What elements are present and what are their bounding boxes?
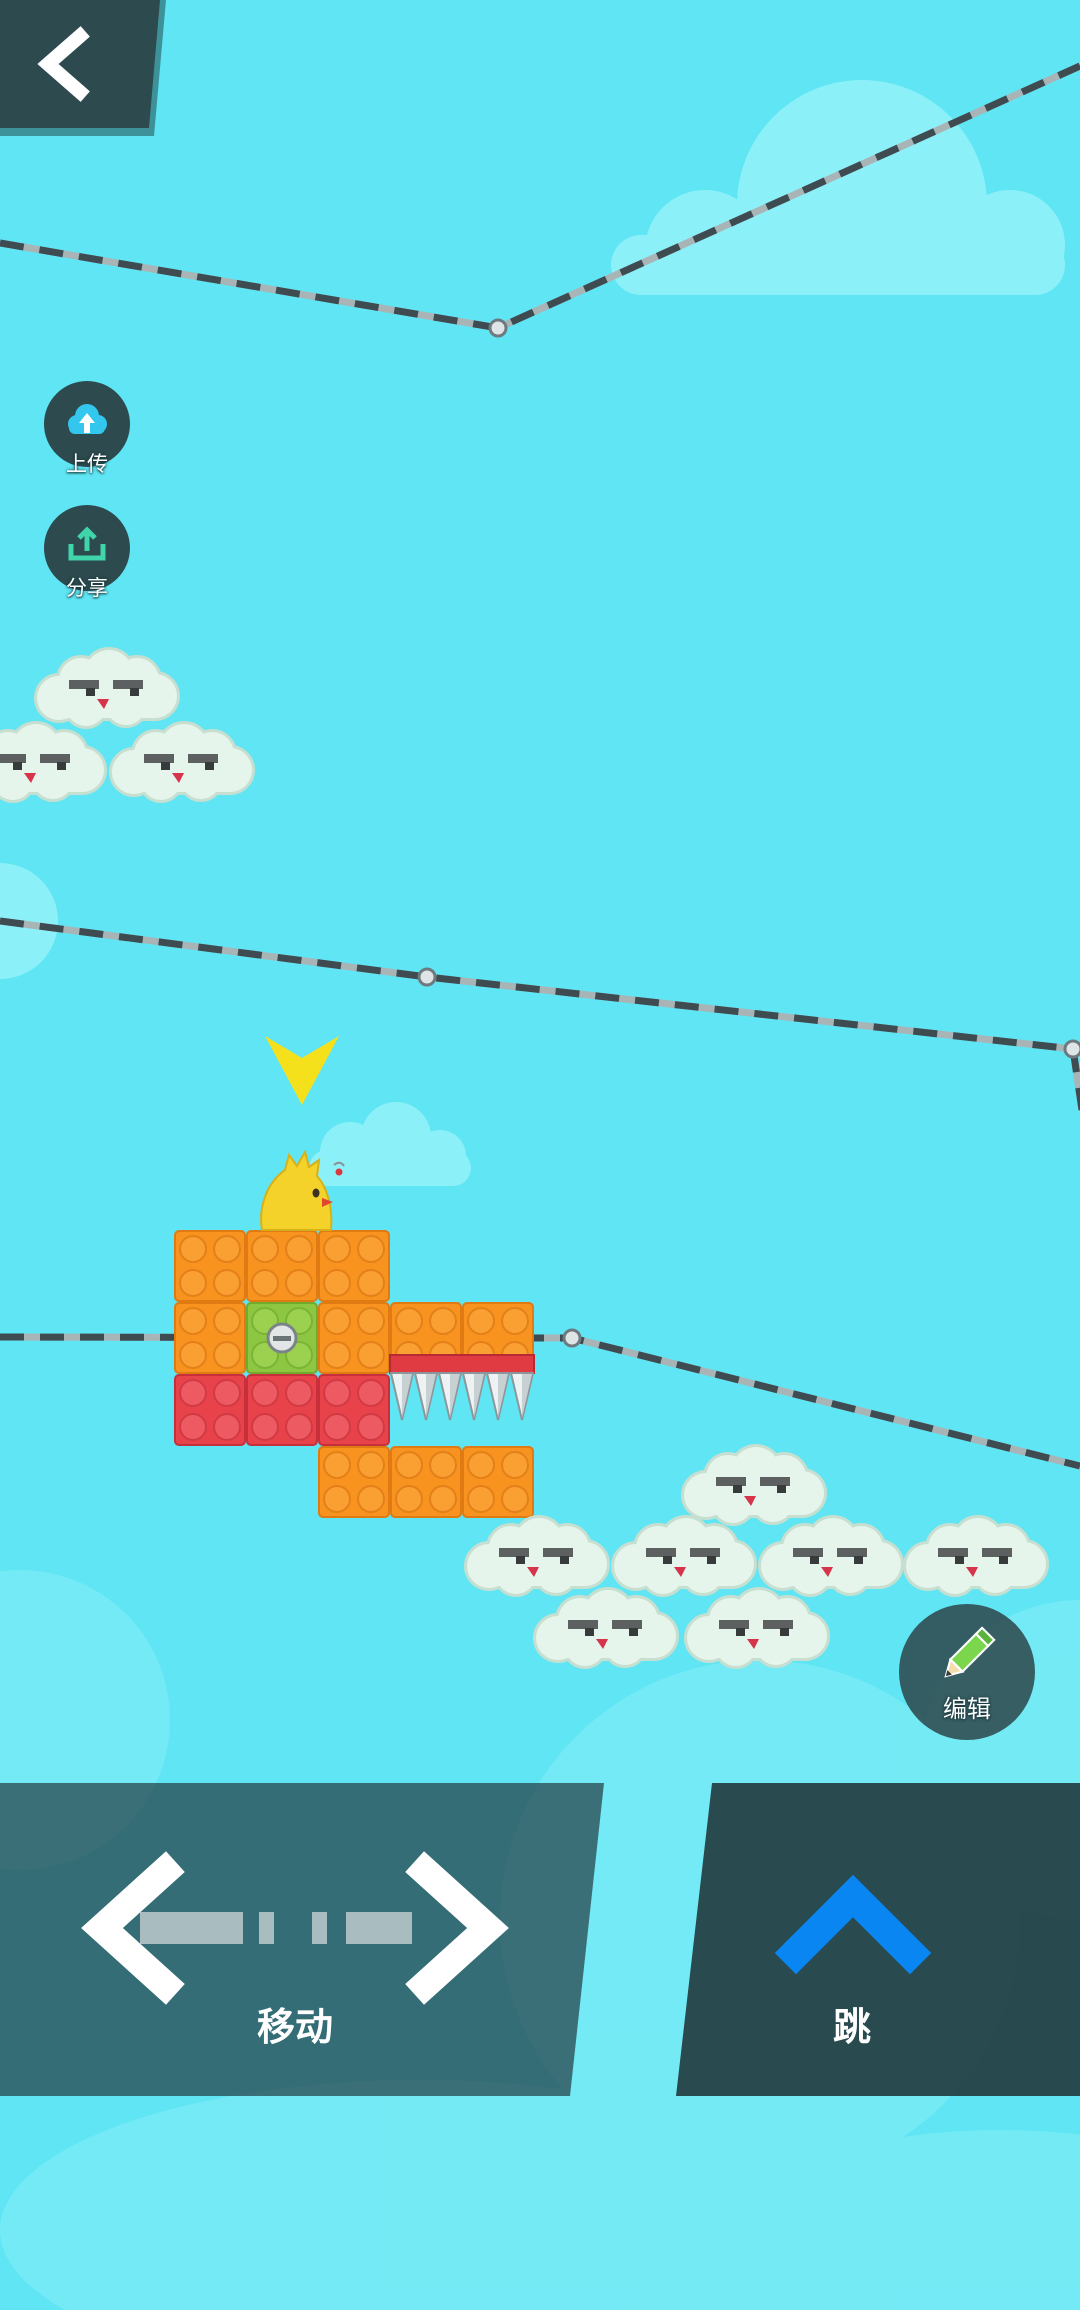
green-screw-block <box>245 1301 319 1375</box>
rope-node <box>562 1328 582 1348</box>
edit-label: 编辑 <box>943 1695 991 1723</box>
orange-block <box>318 1230 390 1302</box>
orange-block <box>174 1230 246 1302</box>
orange-block <box>174 1302 246 1374</box>
jump-label: 跳 <box>832 2005 871 2049</box>
share-label: 分享 <box>66 576 108 600</box>
chevron-right-icon <box>405 1851 509 2005</box>
back-button[interactable] <box>0 0 168 138</box>
chevron-up-icon <box>774 1874 932 1975</box>
red-block <box>246 1374 318 1446</box>
move-label: 移动 <box>256 2005 333 2049</box>
orange-block <box>246 1230 318 1302</box>
red-block <box>318 1374 390 1446</box>
share-upload-icon <box>68 526 106 561</box>
orange-block <box>318 1446 390 1518</box>
orange-block <box>462 1446 534 1518</box>
move-control[interactable]: 移动 <box>0 1783 604 2096</box>
upload-label: 上传 <box>66 452 108 476</box>
left-right-arrows-icon <box>81 1851 509 2005</box>
rope-node <box>417 967 437 987</box>
rope-node <box>488 318 508 338</box>
pencil-icon <box>944 1626 996 1678</box>
jump-control[interactable]: 跳 <box>676 1783 1080 2096</box>
orange-block <box>390 1446 462 1518</box>
cloud-upload-icon <box>68 404 107 434</box>
red-block <box>174 1374 246 1446</box>
rope-node <box>1063 1039 1080 1059</box>
orange-block <box>318 1302 390 1374</box>
